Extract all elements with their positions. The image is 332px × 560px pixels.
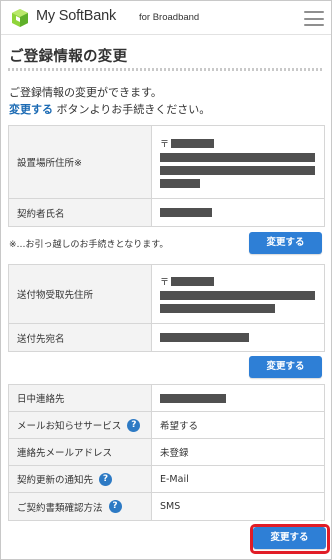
app-logo-text: My SoftBank	[36, 8, 116, 24]
help-icon[interactable]: ?	[99, 472, 113, 486]
install-info-table: 設置場所住所※ 〒 契約者氏名	[8, 125, 325, 227]
table-row: 送付先宛名	[9, 324, 324, 351]
install-address-label: 設置場所住所※	[9, 126, 152, 198]
page-title: ご登録情報の変更	[9, 49, 128, 65]
install-name-label: 契約者氏名	[9, 199, 152, 226]
postal-mark: 〒	[160, 139, 170, 150]
mail-notice-label-text: メールお知らせサービス	[17, 421, 122, 432]
table-row: 契約更新の通知先 ? E-Mail	[9, 466, 324, 493]
install-zip: 〒	[160, 137, 215, 150]
help-icon[interactable]: ?	[127, 418, 141, 432]
shipping-address-label: 送付物受取先住所	[9, 265, 152, 323]
redacted-block	[160, 152, 315, 162]
redacted-block	[160, 393, 226, 403]
intro-line-2-rest: ボタンよりお手続きください。	[53, 103, 211, 116]
intro-change-link: 変更する	[9, 103, 53, 116]
shipping-name-label: 送付先宛名	[9, 324, 152, 351]
redacted-block	[171, 138, 215, 148]
app-logo-subtitle: for Broadband	[139, 12, 200, 23]
title-divider	[8, 68, 324, 71]
table-row: 契約者氏名	[9, 199, 324, 226]
intro-line-2: 変更する ボタンよりお手続きください。	[9, 101, 210, 118]
shipping-zip: 〒	[160, 275, 215, 288]
redacted-block	[160, 291, 315, 300]
contact-email-value: 未登録	[160, 448, 189, 459]
postal-mark: 〒	[160, 278, 170, 288]
help-icon[interactable]: ?	[108, 500, 122, 513]
table-row: 日中連絡先	[9, 385, 324, 412]
hamburger-menu-icon[interactable]	[304, 11, 324, 26]
redacted-block	[160, 178, 200, 188]
table-row: ご契約書類確認方法 ? SMS	[9, 493, 324, 520]
daytime-contact-label: 日中連絡先	[9, 385, 152, 411]
intro-line-1: ご登録情報の変更ができます。	[9, 86, 162, 99]
relocation-note: ※…お引っ越しのお手続きとなります。	[9, 240, 169, 250]
redacted-block	[160, 208, 212, 217]
change-shipping-button[interactable]: 変更する	[249, 356, 322, 378]
change-contact-button[interactable]: 変更する	[253, 527, 326, 549]
install-name-value	[152, 199, 324, 226]
softbank-logo-icon	[12, 9, 28, 27]
table-row: 連絡先メールアドレス 未登録	[9, 439, 324, 466]
shipping-info-table: 送付物受取先住所 〒 送付先宛名	[8, 264, 325, 352]
contact-email-label: 連絡先メールアドレス	[9, 439, 152, 465]
install-address-value: 〒	[152, 126, 324, 198]
intro-text: ご登録情報の変更ができます。 変更する ボタンよりお手続きください。	[9, 84, 210, 118]
mail-notice-label: メールお知らせサービス ?	[9, 412, 152, 438]
renewal-notice-label-text: 契約更新の通知先	[17, 475, 94, 486]
mail-notice-value: 希望する	[160, 421, 199, 432]
redacted-block	[160, 165, 315, 175]
change-install-button[interactable]: 変更する	[249, 232, 322, 254]
app-header: My SoftBank for Broadband	[1, 1, 331, 35]
renewal-notice-value: E-Mail	[160, 473, 189, 485]
document-method-value: SMS	[160, 501, 181, 512]
redacted-block	[160, 304, 275, 313]
table-row: 送付物受取先住所 〒	[9, 265, 324, 324]
document-method-label: ご契約書類確認方法 ?	[9, 493, 152, 520]
contact-info-table: 日中連絡先 メールお知らせサービス ? 希望する 連絡先メールアドレス 未登録 …	[8, 384, 325, 521]
table-row: メールお知らせサービス ? 希望する	[9, 412, 324, 439]
redacted-block	[160, 333, 249, 342]
table-row: 設置場所住所※ 〒	[9, 126, 324, 199]
renewal-notice-label: 契約更新の通知先 ?	[9, 466, 152, 492]
document-method-label-text: ご契約書類確認方法	[17, 502, 103, 514]
shipping-name-value	[152, 324, 324, 351]
redacted-block	[171, 277, 215, 286]
shipping-address-value: 〒	[152, 265, 324, 323]
daytime-contact-value	[152, 385, 324, 411]
